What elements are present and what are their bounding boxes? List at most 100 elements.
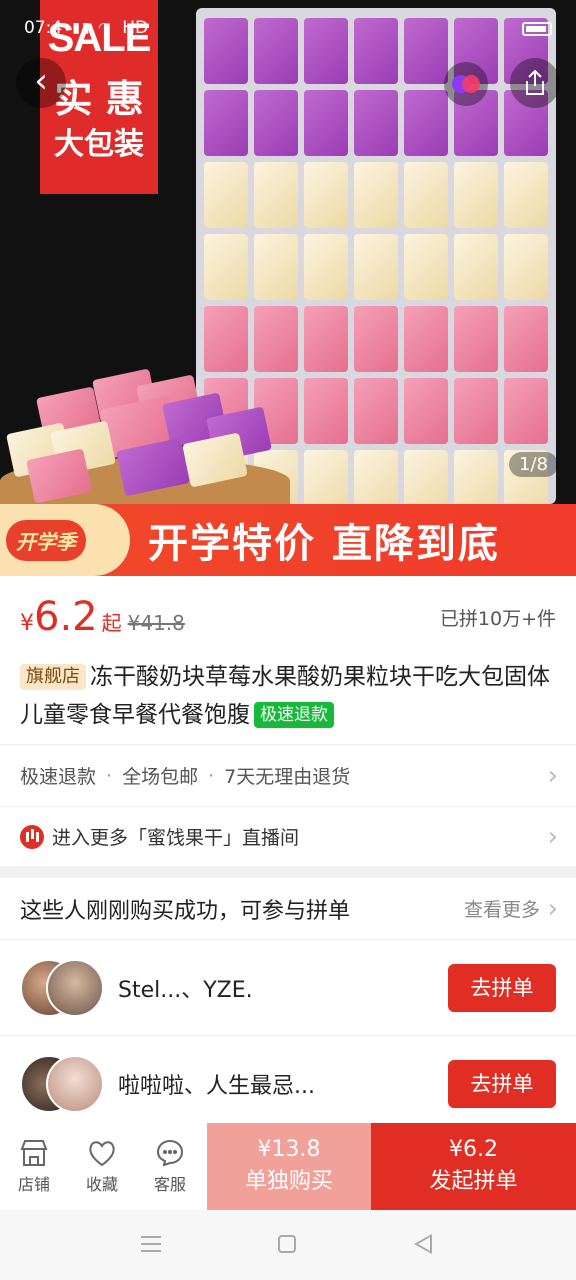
product-cube: [254, 90, 298, 156]
product-cube: [404, 450, 448, 504]
signal-icon: ▮▮ ◠: [72, 20, 113, 36]
single-label: 单独购买: [244, 1169, 333, 1194]
service-item: 7天无理由退货: [224, 766, 351, 788]
product-cube: [204, 162, 248, 228]
heart-icon: [89, 1140, 115, 1166]
product-cube: [404, 90, 448, 156]
join-group-button[interactable]: 去拼单: [448, 1060, 556, 1108]
product-pile-photo: [0, 368, 280, 504]
product-cube: [354, 234, 398, 300]
group-price: ¥6.2: [449, 1137, 498, 1162]
product-title: 旗舰店 冻干酸奶块草莓水果酸奶果粒块干吃大包固体儿童零食早餐代餐饱腹 极速退款: [20, 658, 560, 734]
product-cube: [254, 306, 298, 372]
buy-single-button[interactable]: ¥13.8 单独购买: [207, 1123, 371, 1210]
favorite-button[interactable]: 收藏: [68, 1123, 136, 1210]
flagship-tag: 旗舰店: [20, 664, 86, 690]
product-cube: [454, 234, 498, 300]
group-buy-heading: 这些人刚刚购买成功，可参与拼单: [20, 898, 351, 924]
sold-count: 已拼10万+件: [439, 608, 556, 630]
menu-icon[interactable]: [141, 1236, 161, 1252]
product-cube: [354, 162, 398, 228]
group-label: 发起拼单: [429, 1169, 518, 1194]
product-cube: [354, 378, 398, 444]
single-price: ¥13.8: [257, 1137, 321, 1162]
product-cube: [354, 90, 398, 156]
back-button[interactable]: ‹: [16, 58, 66, 108]
battery-icon: [522, 22, 552, 36]
start-group-button[interactable]: ¥6.2 发起拼单: [371, 1123, 576, 1210]
product-cube: [254, 162, 298, 228]
customer-service-button[interactable]: 客服: [136, 1123, 204, 1210]
customer-service-label: 客服: [153, 1174, 186, 1194]
product-cube: [204, 90, 248, 156]
product-cube: [404, 306, 448, 372]
separator-dot: ·: [208, 764, 215, 787]
product-cube: [304, 90, 348, 156]
product-cube: [404, 234, 448, 300]
app-logo-icon[interactable]: [444, 62, 488, 106]
product-cube: [404, 378, 448, 444]
system-back-icon[interactable]: [414, 1234, 432, 1254]
product-cube: [454, 450, 498, 504]
product-cube: [304, 234, 348, 300]
separator-dot: ·: [106, 764, 113, 787]
promo-text: 开学特价 直降到底: [148, 521, 500, 567]
store-button[interactable]: 店铺: [0, 1123, 68, 1210]
fast-refund-tag: 极速退款: [254, 702, 334, 728]
store-icon: [20, 1139, 48, 1166]
avatar: [46, 958, 104, 1017]
chevron-right-icon: ›: [547, 760, 558, 791]
product-cube: [454, 306, 498, 372]
price-suffix: 起: [101, 611, 122, 635]
product-cube: [354, 18, 398, 84]
chevron-right-icon[interactable]: ›: [548, 894, 558, 924]
group-row: 啦啦啦、人生最忌... 去拼单: [0, 1036, 576, 1132]
group-buy-section: 这些人刚刚购买成功，可参与拼单 查看更多 › Stel...、YZE. 去拼单 …: [0, 878, 576, 1123]
product-cube: [354, 450, 398, 504]
network-label: HD: [122, 18, 149, 38]
product-cube: [504, 234, 548, 300]
price-value: 6.2: [34, 594, 98, 640]
product-cube: [304, 450, 348, 504]
price-row: ¥ 6.2 起 ¥41.8: [20, 594, 185, 640]
product-cube: [254, 234, 298, 300]
product-cube: [304, 306, 348, 372]
group-member-names: Stel...、YZE.: [118, 977, 253, 1003]
product-cube: [204, 306, 248, 372]
product-cube: [304, 18, 348, 84]
price-currency: ¥: [20, 611, 34, 636]
product-cube: [204, 18, 248, 84]
service-item: 极速退款: [20, 766, 97, 788]
favorite-label: 收藏: [85, 1174, 118, 1194]
share-icon[interactable]: [510, 58, 560, 108]
see-more-link[interactable]: 查看更多: [464, 895, 540, 922]
product-cube: [404, 162, 448, 228]
home-icon[interactable]: [278, 1235, 296, 1253]
service-guarantees[interactable]: 极速退款 · 全场包邮 · 7天无理由退货 ›: [0, 744, 576, 806]
image-counter: 1/8: [509, 452, 558, 477]
promo-banner[interactable]: 开学季 开学特价 直降到底: [0, 504, 576, 576]
group-member-names: 啦啦啦、人生最忌...: [118, 1074, 315, 1099]
avatar-group: [20, 1055, 106, 1113]
group-buy-header: 这些人刚刚购买成功，可参与拼单 查看更多 ›: [0, 878, 576, 940]
system-navigation-bar: [0, 1210, 576, 1280]
product-info: ¥ 6.2 起 ¥41.8 已拼10万+件 旗舰店 冻干酸奶块草莓水果酸奶果粒块干…: [0, 576, 576, 866]
service-item: 全场包邮: [122, 766, 199, 788]
product-image-carousel[interactable]: 07:4 ▮▮ ◠ HD SALE 实 惠 大包装 ‹ 1/8: [0, 0, 576, 504]
live-stream-icon: [20, 824, 44, 849]
join-group-button[interactable]: 去拼单: [448, 963, 556, 1012]
product-cube: [504, 306, 548, 372]
store-label: 店铺: [17, 1174, 50, 1194]
live-room-entry[interactable]: 进入更多「蜜饯果干」直播间 ›: [0, 806, 576, 866]
product-page: 07:4 ▮▮ ◠ HD SALE 实 惠 大包装 ‹ 1/8 开学季 开学特价…: [0, 0, 576, 1280]
status-time: 07:4: [24, 18, 63, 38]
product-cube: [454, 378, 498, 444]
chevron-right-icon: ›: [547, 821, 558, 852]
product-cube: [204, 234, 248, 300]
product-cube: [504, 378, 548, 444]
group-row: Stel...、YZE. 去拼单: [0, 940, 576, 1036]
product-cube: [454, 162, 498, 228]
bottom-action-bar: 店铺 收藏 客服 ¥13.8 单独购买 ¥6.2 发起拼单: [0, 1123, 576, 1210]
sale-badge-line3: 大包装: [54, 127, 144, 162]
product-cube: [404, 18, 448, 84]
